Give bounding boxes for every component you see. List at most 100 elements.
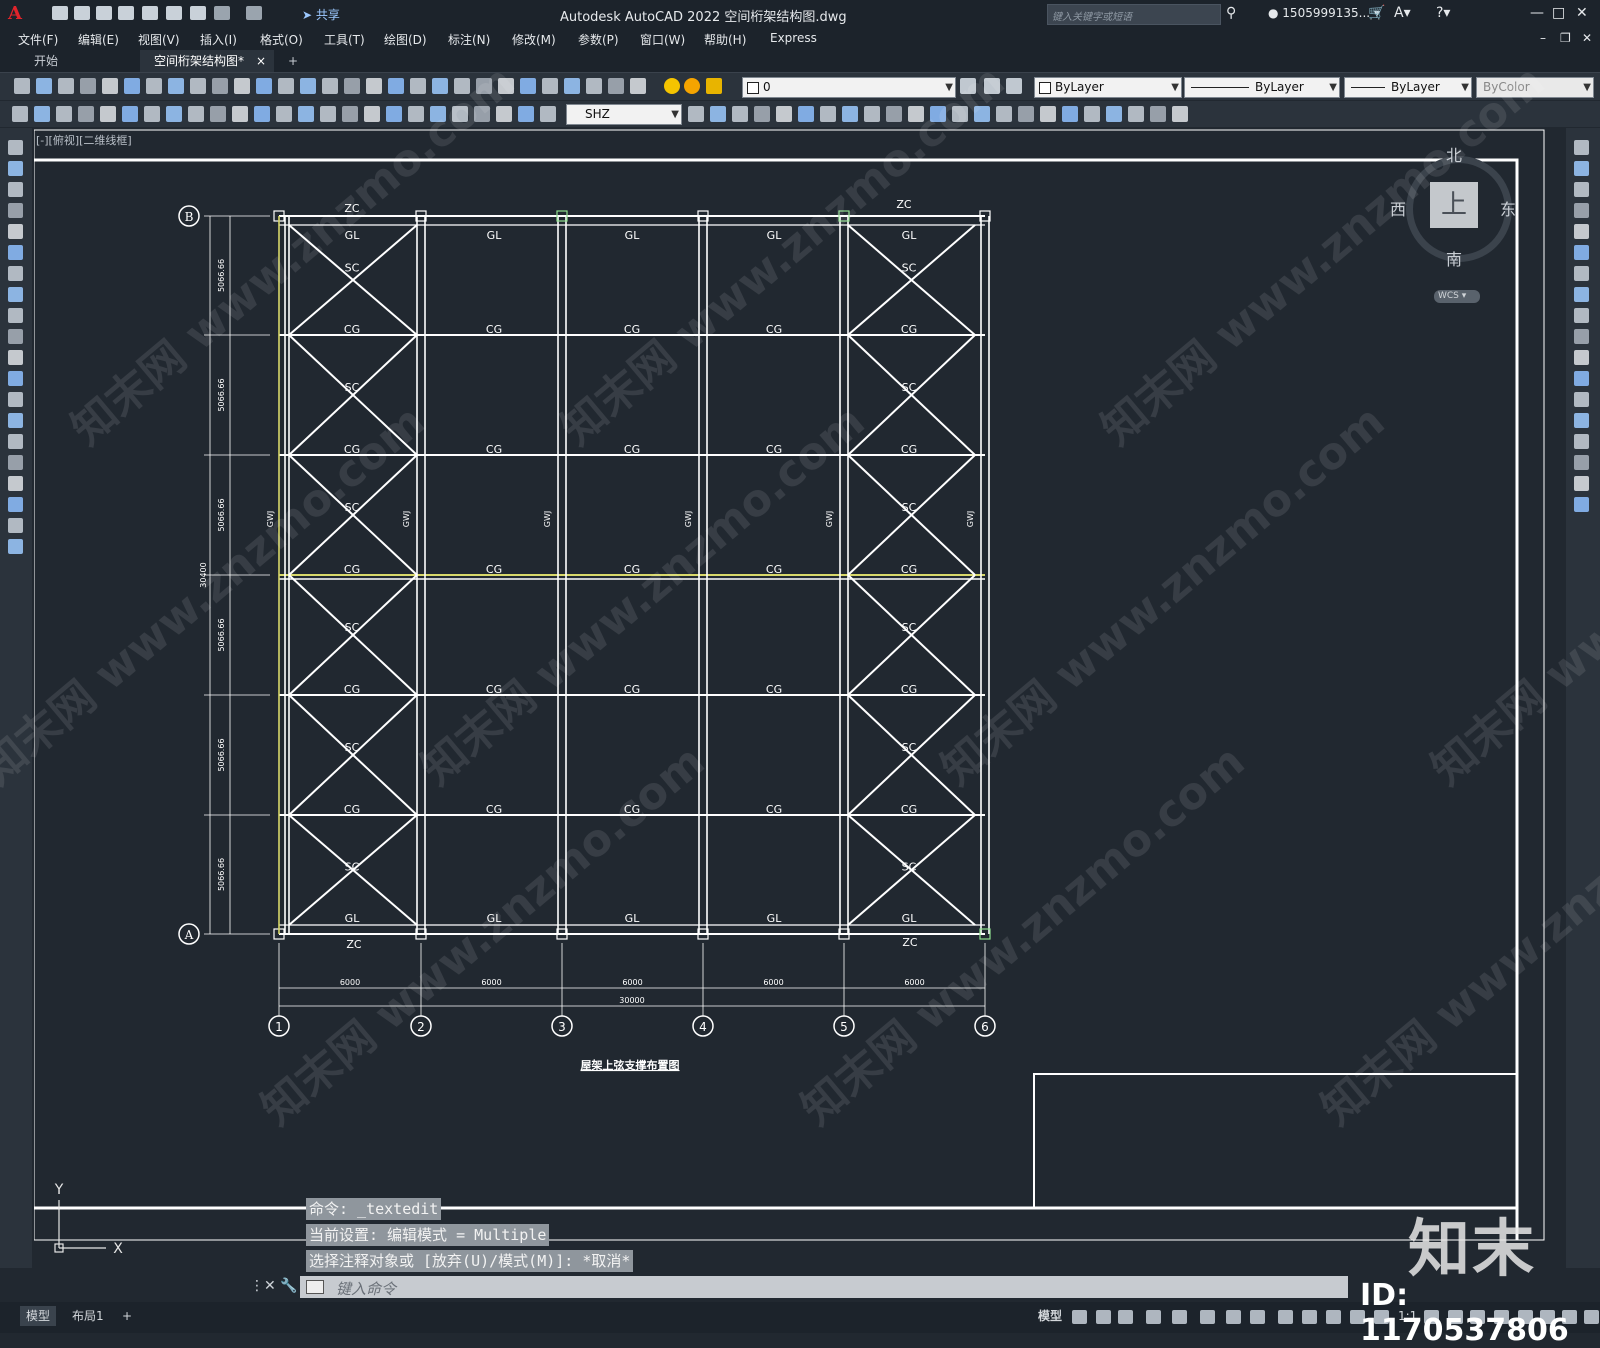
menu-format[interactable]: 格式(O) bbox=[260, 31, 303, 48]
autocad-logo-icon[interactable]: A bbox=[8, 3, 26, 24]
menu-draw[interactable]: 绘图(D) bbox=[384, 31, 427, 48]
command-input[interactable]: 键入命令 bbox=[300, 1276, 1348, 1298]
dimension-tool-icon[interactable] bbox=[276, 106, 292, 122]
doc-restore-icon[interactable]: ❐ bbox=[1560, 31, 1571, 45]
draw-tool-icon[interactable] bbox=[8, 455, 23, 470]
modify-tool-icon[interactable] bbox=[908, 106, 924, 122]
modify-tool-icon[interactable] bbox=[1574, 476, 1589, 491]
standard-tool-icon[interactable] bbox=[300, 78, 316, 94]
viewcube[interactable]: 上 北 南 东 西 bbox=[1390, 146, 1516, 269]
menu-edit[interactable]: 编辑(E) bbox=[78, 31, 119, 48]
draw-tool-icon[interactable] bbox=[8, 434, 23, 449]
draw-tool-icon[interactable] bbox=[8, 224, 23, 239]
user-account[interactable]: ● 1505999135... ▾ bbox=[1268, 6, 1380, 20]
draw-tool-icon[interactable] bbox=[8, 308, 23, 323]
viewcube-south[interactable]: 南 bbox=[1446, 246, 1462, 270]
dimension-tool-icon[interactable] bbox=[540, 106, 556, 122]
standard-tool-icon[interactable] bbox=[36, 78, 52, 94]
draw-tool-icon[interactable] bbox=[8, 266, 23, 281]
modify-tool-icon[interactable] bbox=[798, 106, 814, 122]
standard-tool-icon[interactable] bbox=[542, 78, 558, 94]
drawing-canvas[interactable]: GL GL CG CG CG CG CG GL GL CG CG CG CG CG GL GL CG CG CG CG… bbox=[34, 128, 1566, 1268]
maximize-icon[interactable]: □ bbox=[1552, 5, 1565, 21]
modify-tool-icon[interactable] bbox=[754, 106, 770, 122]
save-icon[interactable] bbox=[96, 6, 112, 20]
modify-tool-icon[interactable] bbox=[1172, 106, 1188, 122]
modify-tool-icon[interactable] bbox=[1574, 287, 1589, 302]
modify-tool-icon[interactable] bbox=[1040, 106, 1056, 122]
import-icon[interactable] bbox=[142, 6, 158, 20]
status-toggle-icon[interactable] bbox=[1072, 1310, 1087, 1324]
viewcube-east[interactable]: 东 bbox=[1500, 196, 1516, 220]
model-space-button[interactable]: 模型 bbox=[1032, 1306, 1068, 1326]
linetype-select[interactable]: ByLayer ▼ bbox=[1184, 77, 1340, 98]
standard-tool-icon[interactable] bbox=[388, 78, 404, 94]
modify-tool-icon[interactable] bbox=[820, 106, 836, 122]
menu-parametric[interactable]: 参数(P) bbox=[578, 31, 619, 48]
tab-add-layout[interactable]: + bbox=[116, 1306, 138, 1326]
dimension-tool-icon[interactable] bbox=[452, 106, 468, 122]
new-file-icon[interactable] bbox=[52, 6, 68, 20]
print-icon[interactable] bbox=[190, 6, 206, 20]
menu-insert[interactable]: 插入(I) bbox=[200, 31, 237, 48]
dimension-tool-icon[interactable] bbox=[364, 106, 380, 122]
modify-tool-icon[interactable] bbox=[842, 106, 858, 122]
modify-tool-icon[interactable] bbox=[1128, 106, 1144, 122]
layer-match-icon[interactable] bbox=[984, 78, 1000, 94]
layer-select[interactable]: 0 ▼ bbox=[742, 77, 956, 98]
modify-tool-icon[interactable] bbox=[1574, 182, 1589, 197]
tab-close-icon[interactable]: × bbox=[256, 50, 266, 72]
modify-tool-icon[interactable] bbox=[1574, 308, 1589, 323]
standard-tool-icon[interactable] bbox=[212, 78, 228, 94]
standard-tool-icon[interactable] bbox=[476, 78, 492, 94]
customize-wrench-icon[interactable]: 🔧 bbox=[280, 1278, 297, 1294]
modify-tool-icon[interactable] bbox=[1574, 161, 1589, 176]
dimension-tool-icon[interactable] bbox=[78, 106, 94, 122]
standard-tool-icon[interactable] bbox=[124, 78, 140, 94]
export-icon[interactable] bbox=[166, 6, 182, 20]
status-toggle-icon[interactable] bbox=[1172, 1310, 1187, 1324]
draw-tool-icon[interactable] bbox=[8, 203, 23, 218]
modify-tool-icon[interactable] bbox=[688, 106, 704, 122]
dimension-tool-icon[interactable] bbox=[34, 106, 50, 122]
tab-start[interactable]: 开始 bbox=[20, 50, 72, 72]
menu-express[interactable]: Express bbox=[770, 31, 817, 45]
status-toggle-icon[interactable] bbox=[1326, 1310, 1341, 1324]
text-style-select[interactable]: SHZ ▼ bbox=[566, 104, 682, 125]
standard-tool-icon[interactable] bbox=[58, 78, 74, 94]
redo-icon[interactable] bbox=[246, 6, 262, 20]
save-as-icon[interactable] bbox=[118, 6, 134, 20]
modify-tool-icon[interactable] bbox=[776, 106, 792, 122]
status-toggle-icon[interactable] bbox=[1226, 1310, 1241, 1324]
status-toggle-icon[interactable] bbox=[1118, 1310, 1133, 1324]
draw-tool-icon[interactable] bbox=[8, 539, 23, 554]
standard-tool-icon[interactable] bbox=[256, 78, 272, 94]
viewport-controls-label[interactable]: [-][俯视][二维线框] bbox=[36, 132, 132, 148]
layer-lock-icon[interactable] bbox=[706, 78, 722, 94]
modify-tool-icon[interactable] bbox=[1574, 497, 1589, 512]
draw-tool-icon[interactable] bbox=[8, 350, 23, 365]
dimension-tool-icon[interactable] bbox=[342, 106, 358, 122]
menu-dimension[interactable]: 标注(N) bbox=[448, 31, 490, 48]
dimension-tool-icon[interactable] bbox=[12, 106, 28, 122]
open-file-icon[interactable] bbox=[74, 6, 90, 20]
dimension-tool-icon[interactable] bbox=[496, 106, 512, 122]
layer-thaw-icon[interactable] bbox=[684, 78, 700, 94]
command-prompt-icon[interactable] bbox=[306, 1280, 324, 1294]
modify-tool-icon[interactable] bbox=[1018, 106, 1034, 122]
dimension-tool-icon[interactable] bbox=[210, 106, 226, 122]
dimension-tool-icon[interactable] bbox=[56, 106, 72, 122]
modify-tool-icon[interactable] bbox=[1574, 371, 1589, 386]
standard-tool-icon[interactable] bbox=[278, 78, 294, 94]
dimension-tool-icon[interactable] bbox=[254, 106, 270, 122]
draw-tool-icon[interactable] bbox=[8, 413, 23, 428]
dimension-tool-icon[interactable] bbox=[100, 106, 116, 122]
autodesk-a360-icon[interactable]: A▾ bbox=[1394, 5, 1411, 21]
modify-tool-icon[interactable] bbox=[996, 106, 1012, 122]
status-toggle-icon[interactable] bbox=[1250, 1310, 1265, 1324]
modify-tool-icon[interactable] bbox=[1574, 203, 1589, 218]
status-toggle-icon[interactable] bbox=[1278, 1310, 1293, 1324]
dimension-tool-icon[interactable] bbox=[474, 106, 490, 122]
modify-tool-icon[interactable] bbox=[1062, 106, 1078, 122]
layer-previous-icon[interactable] bbox=[1006, 78, 1022, 94]
